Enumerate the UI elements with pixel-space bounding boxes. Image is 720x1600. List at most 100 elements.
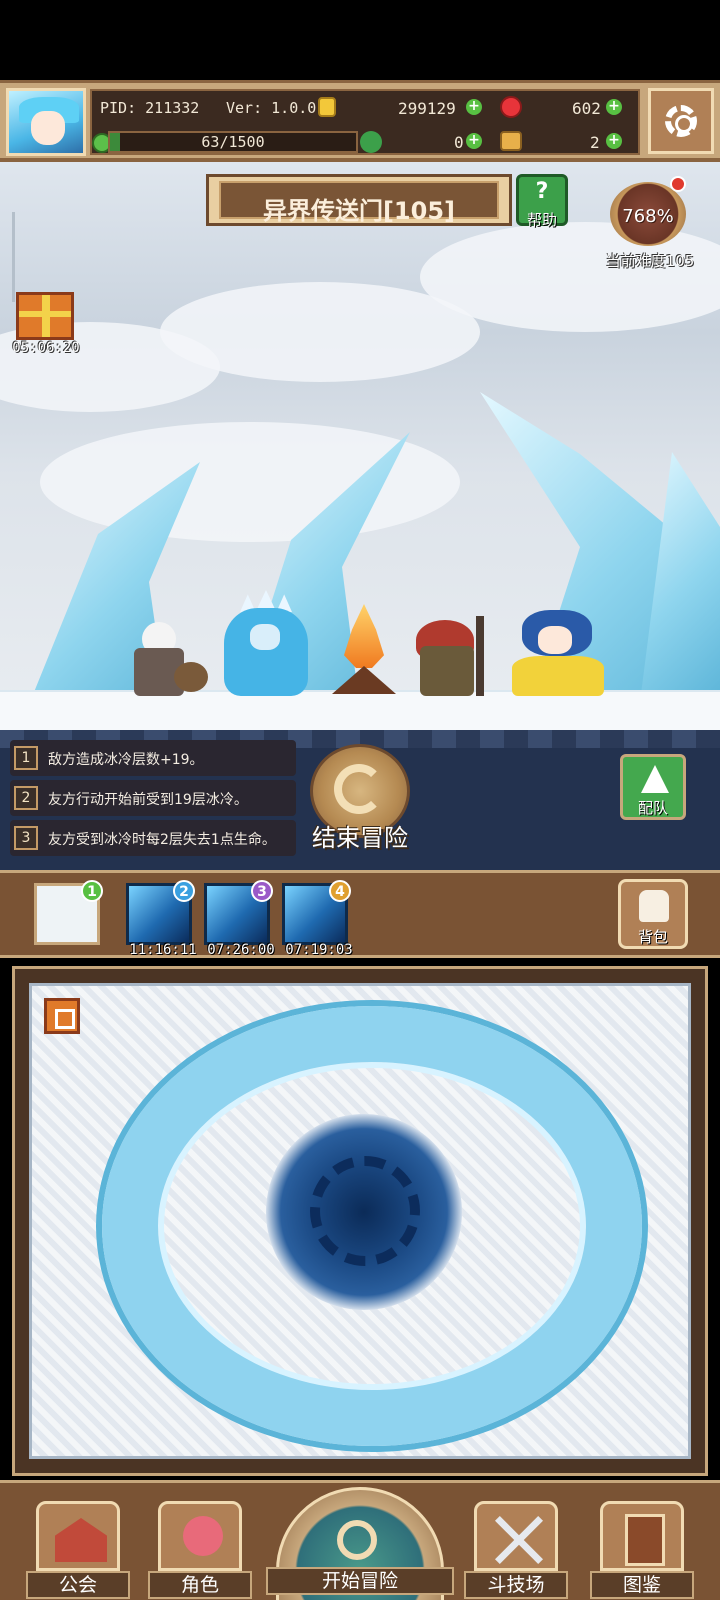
player-stats: PID: 211332 Ver: 1.0.0.7 299129 + 602 + … [90, 89, 640, 155]
character-icon [158, 1501, 242, 1571]
gold-icon [318, 97, 336, 117]
gem-amount: 602 [572, 99, 601, 118]
skill-slot-number: 2 [173, 880, 195, 902]
return-arrow-icon [334, 764, 384, 814]
add-gem-button[interactable]: + [606, 99, 622, 115]
backpack-label: 背包 [637, 928, 668, 946]
nav-codex-label: 图鉴 [590, 1571, 694, 1599]
book-icon [600, 1501, 684, 1571]
nav-start-label: 开始冒险 [266, 1567, 454, 1595]
skill-slot-number: 1 [81, 880, 103, 902]
difficulty-badge[interactable]: 768% [606, 170, 690, 258]
vortex-swirl [310, 1156, 420, 1266]
snowman-pet [174, 662, 208, 692]
portal-map[interactable] [29, 983, 691, 1459]
settings-button[interactable] [648, 88, 714, 154]
staff-icon [476, 616, 484, 696]
help-button[interactable]: ? 帮助 [516, 174, 568, 229]
gear-icon [665, 105, 697, 137]
guild-icon [36, 1501, 120, 1571]
ice-queen-body [224, 608, 308, 696]
effect-number: 2 [14, 786, 38, 810]
add-clover-button[interactable]: + [466, 133, 482, 149]
skill-cooldown: 11:16:11 [129, 942, 197, 958]
clover-icon [360, 131, 382, 153]
demon-body [420, 646, 474, 696]
avatar-face [31, 111, 65, 145]
nav-character-label: 角色 [148, 1571, 252, 1599]
nav-arena-label: 斗技场 [464, 1571, 568, 1599]
effect-row: 3 友方受到冰冷时每2层失去1点生命。 [10, 820, 296, 856]
effect-row: 1 敌方造成冰冷层数+19。 [10, 740, 296, 776]
status-bar [0, 0, 720, 80]
gift-box-icon[interactable] [16, 292, 74, 340]
backpack-button[interactable]: 背包 [618, 879, 688, 949]
player-header: PID: 211332 Ver: 1.0.0.7 299129 + 602 + … [0, 80, 720, 162]
dragon-girl-sprite [512, 604, 604, 696]
character-head-shape [183, 1516, 223, 1556]
effect-row: 2 友方行动开始前受到19层冰冷。 [10, 780, 296, 816]
campfire-sprite [326, 604, 402, 696]
skill-slot[interactable]: 1 [34, 880, 103, 945]
battle-panel: 1 敌方造成冰冷层数+19。 2 友方行动开始前受到19层冰冷。 3 友方受到冰… [0, 730, 720, 870]
gift-timer: 05:06:20 [12, 340, 80, 356]
effect-text: 敌方造成冰冷层数+19。 [48, 752, 204, 768]
skill-slot-number: 4 [329, 880, 351, 902]
team-label: 配队 [637, 799, 668, 817]
effect-text: 友方行动开始前受到19层冰冷。 [48, 792, 248, 808]
book-shape [625, 1514, 665, 1566]
key-icon [500, 131, 522, 151]
gold-amount: 299129 [398, 99, 456, 118]
clover-amount: 0 [454, 133, 464, 152]
help-label: 帮助 [526, 211, 557, 229]
difficulty-percent: 768% [622, 206, 674, 227]
stage-title: 异界传送门[105] [262, 197, 456, 225]
scroll-indicator [12, 212, 15, 302]
energy-text: 63/1500 [201, 133, 265, 151]
bottom-navigation: 公会 角色 开始冒险 斗技场 图鉴 [0, 1480, 720, 1600]
magnifier-icon [337, 1520, 377, 1560]
skill-cooldown: 07:26:00 [207, 942, 275, 958]
stage-title-inner: 异界传送门[105] [219, 181, 499, 225]
map-menu-button[interactable] [44, 998, 80, 1034]
player-avatar[interactable] [6, 88, 86, 156]
ice-queen-face [250, 624, 280, 650]
effect-number: 1 [14, 746, 38, 770]
nav-character[interactable]: 角色 [148, 1501, 252, 1599]
skill-slot[interactable]: 4 07:19:03 [282, 880, 353, 958]
cloud [40, 422, 460, 542]
backpack-icon [639, 890, 669, 922]
nav-start-adventure[interactable]: 开始冒险 [266, 1483, 454, 1600]
effect-text: 友方受到冰冷时每2层失去1点生命。 [48, 832, 276, 848]
difficulty-label: 当前难度105 [605, 252, 695, 270]
fire-icon [344, 604, 384, 668]
team-button[interactable]: 配队 [620, 754, 686, 820]
gem-icon [500, 96, 522, 118]
energy-bar: 63/1500 [108, 131, 358, 153]
nav-arena[interactable]: 斗技场 [464, 1501, 568, 1599]
add-gold-button[interactable]: + [466, 99, 482, 115]
nav-guild[interactable]: 公会 [26, 1501, 130, 1599]
question-icon: ? [535, 179, 549, 204]
guild-house-shape [55, 1518, 107, 1562]
dragon-girl-face [538, 626, 572, 654]
end-adventure-label: 结束冒险 [312, 824, 408, 852]
skill-cooldown: 07:19:03 [285, 942, 353, 958]
add-key-button[interactable]: + [606, 133, 622, 149]
end-adventure-button[interactable]: 结束冒险 [304, 744, 416, 852]
key-amount: 2 [590, 133, 600, 152]
dragon-girl-robe [512, 656, 604, 696]
map-frame [12, 966, 708, 1476]
team-icon [641, 765, 669, 793]
crossed-swords-icon [474, 1501, 558, 1571]
skill-slot[interactable]: 2 11:16:11 [126, 880, 197, 958]
demon-warrior-sprite [410, 616, 494, 696]
stage-title-plate: 异界传送门[105] [206, 174, 512, 226]
skill-slot[interactable]: 3 07:26:00 [204, 880, 275, 958]
effect-number: 3 [14, 826, 38, 850]
notification-dot [670, 176, 686, 192]
nav-codex[interactable]: 图鉴 [590, 1501, 694, 1599]
snowman-sprite [132, 622, 208, 696]
skill-bar: 1 2 11:16:11 3 07:26:00 4 07:19:03 背包 [0, 870, 720, 958]
ice-queen-sprite [216, 590, 316, 696]
